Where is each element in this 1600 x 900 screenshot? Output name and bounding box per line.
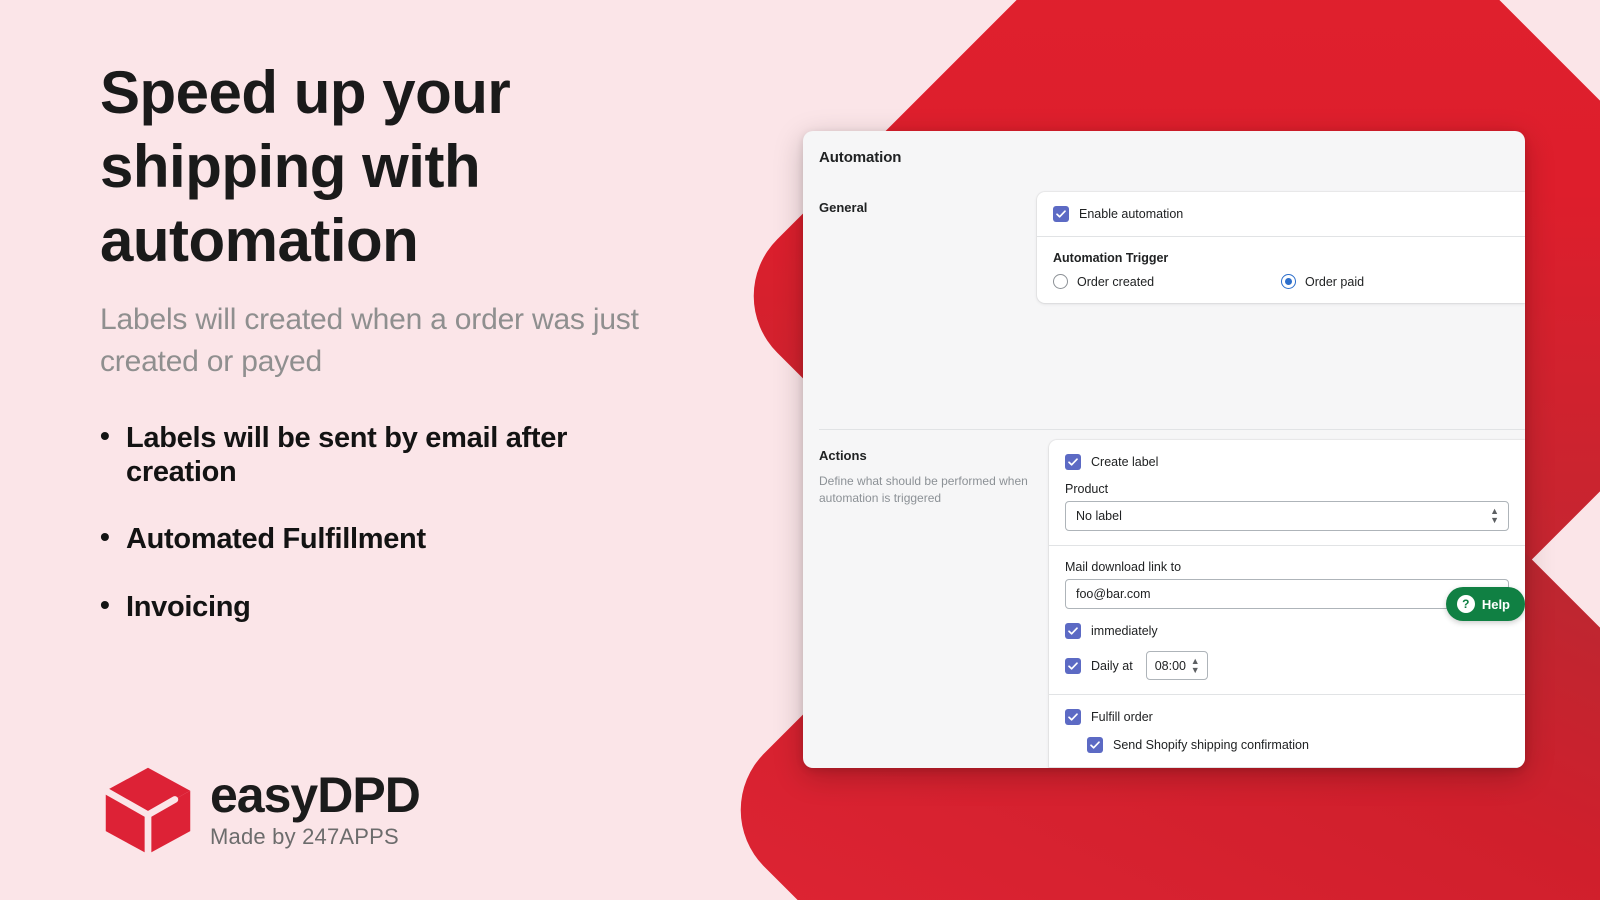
mail-field-label: Mail download link to (1065, 560, 1182, 574)
section-general: General Enable automation Automation Tri… (803, 184, 1525, 431)
fulfill-order-row[interactable]: Fulfill order (1065, 709, 1509, 725)
list-item: Invoicing (100, 589, 680, 625)
page-title: Automation (819, 149, 902, 166)
product-field-label: Product (1065, 482, 1109, 496)
mail-download-block: Mail download link to foo@bar.com immedi… (1049, 546, 1525, 694)
headline: Speed up your shipping with automation (100, 59, 511, 274)
checkbox-checked-icon[interactable] (1087, 737, 1103, 753)
immediately-label: immediately (1091, 624, 1158, 638)
daily-at-label: Daily at (1091, 658, 1133, 673)
fulfill-order-block: Fulfill order Send Shopify shipping conf… (1049, 695, 1525, 767)
subheadline: Labels will created when a order was jus… (100, 303, 639, 378)
mail-email-value: foo@bar.com (1076, 587, 1151, 601)
section-actions: Actions Define what should be performed … (803, 432, 1525, 768)
radio-label: Order created (1077, 274, 1155, 289)
daily-time-value: 08:00 (1154, 658, 1186, 673)
logo-tagline: Made by 247APPS (210, 824, 399, 849)
automation-trigger-title: Automation Trigger (1053, 251, 1169, 265)
checkbox-checked-icon[interactable] (1065, 454, 1081, 470)
automation-trigger-block: Automation Trigger Order created Order p… (1037, 237, 1525, 303)
list-item: Automated Fulfillment (100, 521, 680, 557)
checkbox-checked-icon[interactable] (1065, 623, 1081, 639)
help-button[interactable]: ? Help (1445, 587, 1525, 621)
radio-option-order-paid[interactable]: Order paid (1281, 274, 1509, 289)
enable-automation-row[interactable]: Enable automation (1053, 206, 1509, 222)
create-label-label: Create label (1091, 455, 1159, 469)
checkbox-checked-icon[interactable] (1065, 657, 1081, 674)
section-general-body: Enable automation Automation Trigger Ord… (1037, 184, 1525, 431)
list-item: Labels will be sent by email after creat… (100, 420, 680, 489)
feature-bullet-list: Labels will be sent by email after creat… (100, 420, 680, 625)
automation-settings-panel: Automation General Enable automation Aut… (803, 131, 1525, 768)
enable-automation-block: Enable automation (1037, 192, 1525, 236)
box-cube-icon (102, 767, 191, 858)
marketing-column: Speed up your shipping with automation L… (100, 56, 680, 659)
radio-label: Order paid (1305, 274, 1365, 289)
section-heading: General (819, 200, 868, 215)
brand-logo: easyDPD Made by 247APPS (100, 762, 421, 858)
product-select-value: No label (1076, 509, 1122, 523)
logo-wordmark: easyDPD (210, 767, 421, 823)
fulfill-order-label: Fulfill order (1091, 710, 1153, 724)
daily-time-select[interactable]: 08:00 ▲ ▼ (1145, 651, 1208, 680)
create-label-row[interactable]: Create label (1065, 454, 1509, 470)
enable-automation-label: Enable automation (1079, 207, 1184, 221)
section-description: Define what should be performed when aut… (819, 474, 1028, 506)
chevron-updown-icon: ▲ ▼ (1490, 506, 1499, 525)
question-mark-icon: ? (1456, 595, 1475, 613)
shopify-confirmation-row[interactable]: Send Shopify shipping confirmation (1087, 737, 1509, 753)
help-button-label: Help (1481, 596, 1510, 612)
section-general-header: General (803, 184, 1037, 431)
chevron-updown-icon: ▲ ▼ (1190, 655, 1200, 675)
shopify-confirmation-label: Send Shopify shipping confirmation (1113, 738, 1309, 752)
general-card: Enable automation Automation Trigger Ord… (1037, 192, 1525, 303)
daily-at-row[interactable]: Daily at 08:00 ▲ ▼ (1065, 651, 1509, 680)
section-actions-header: Actions Define what should be performed … (803, 432, 1049, 768)
immediately-row[interactable]: immediately (1065, 623, 1509, 639)
radio-option-order-created[interactable]: Order created (1053, 274, 1281, 289)
section-heading: Actions (819, 448, 867, 463)
checkbox-checked-icon[interactable] (1065, 709, 1081, 725)
automation-trigger-radio-group[interactable]: Order created Order paid (1053, 274, 1509, 289)
radio-selected-icon[interactable] (1281, 274, 1296, 289)
mail-email-input[interactable]: foo@bar.com (1065, 579, 1509, 609)
radio-unselected-icon[interactable] (1053, 274, 1068, 289)
create-label-block: Create label Product No label ▲ ▼ (1049, 440, 1525, 545)
product-select[interactable]: No label ▲ ▼ (1065, 501, 1509, 531)
checkbox-checked-icon[interactable] (1053, 206, 1069, 222)
